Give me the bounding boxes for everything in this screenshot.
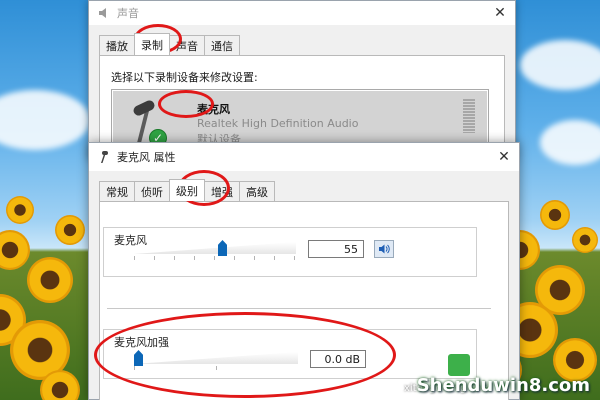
slider-ramp <box>134 242 296 254</box>
sunflower <box>540 200 570 230</box>
sound-dialog-tabs: 播放 录制 声音 通信 <box>99 33 240 55</box>
speaker-icon <box>99 8 106 18</box>
device-description: Realtek High Definition Audio <box>197 117 359 130</box>
level-meter <box>463 99 475 133</box>
tab-general[interactable]: 常规 <box>99 181 135 201</box>
microphone-icon <box>101 151 108 163</box>
speaker-icon <box>379 244 390 254</box>
tab-levels[interactable]: 级别 <box>169 179 205 201</box>
tab-listen[interactable]: 侦听 <box>134 181 170 201</box>
sunflower <box>40 370 80 400</box>
watermark: Shenduwin8.com <box>416 375 590 396</box>
cloud <box>0 90 90 150</box>
microphone-level-group: 麦克风 55 <box>103 227 477 277</box>
slider-ticks <box>134 256 296 260</box>
properties-title: 麦克风 属性 <box>117 151 176 164</box>
tab-communications[interactable]: 通信 <box>204 35 240 55</box>
cloud <box>520 40 600 90</box>
sunflower <box>572 227 598 253</box>
tab-advanced[interactable]: 高级 <box>239 181 275 201</box>
microphone-level-value[interactable]: 55 <box>308 240 364 258</box>
close-icon[interactable]: ✕ <box>489 145 519 169</box>
sunflower <box>6 196 34 224</box>
group-divider <box>107 308 491 309</box>
close-icon[interactable]: ✕ <box>485 1 515 25</box>
tab-playback[interactable]: 播放 <box>99 35 135 55</box>
mute-button[interactable] <box>374 240 394 258</box>
sound-dialog-titlebar[interactable]: 声音 ✕ <box>89 1 515 25</box>
microphone-level-slider[interactable] <box>134 240 296 260</box>
properties-titlebar[interactable]: 麦克风 属性 ✕ <box>89 143 519 171</box>
highlight-boost-group <box>94 312 396 398</box>
sunflower <box>55 215 85 245</box>
recording-instruction: 选择以下录制设备来修改设置: <box>111 71 258 84</box>
sunflower <box>0 230 30 270</box>
tab-recording[interactable]: 录制 <box>134 33 170 55</box>
sound-dialog-title: 声音 <box>117 7 139 20</box>
sunflower <box>27 257 73 303</box>
properties-tabs: 常规 侦听 级别 增强 高级 <box>99 179 275 201</box>
slider-thumb[interactable] <box>218 240 227 256</box>
cloud <box>540 120 600 165</box>
highlight-microphone-device <box>158 90 214 118</box>
